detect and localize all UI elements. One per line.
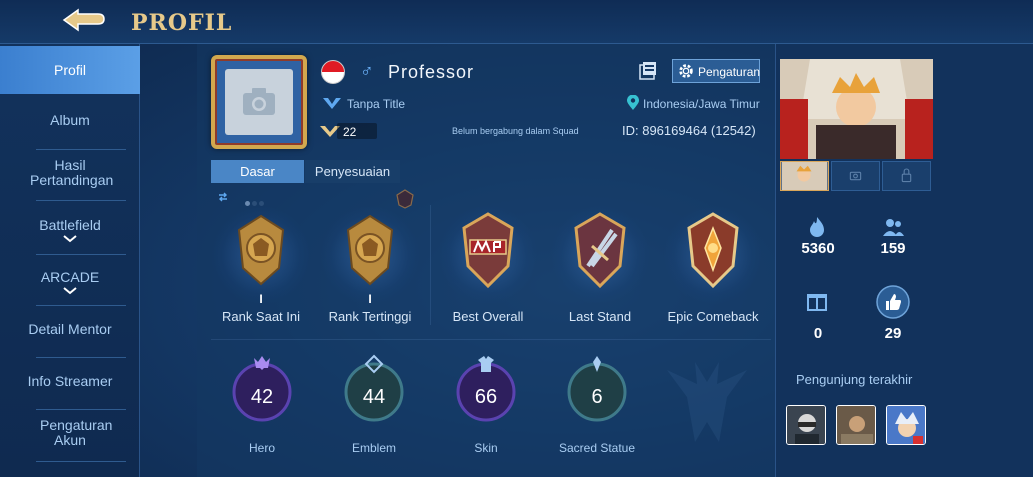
sidebar-item-label: ARCADE: [40, 269, 100, 285]
visitor-avatar[interactable]: [786, 405, 826, 445]
phoenix-silhouette-icon: [667, 362, 747, 442]
sidebar-divider: [36, 200, 126, 201]
visitor-avatar-image: [887, 406, 925, 444]
hero-icon: [254, 356, 270, 368]
sidebar-item-label: Profil: [54, 62, 86, 78]
rank-highest-label: Rank Tertinggi: [328, 309, 412, 324]
last-stand-badge-icon[interactable]: [568, 210, 632, 290]
sidebar: [0, 44, 140, 477]
gift-icon[interactable]: [805, 289, 829, 311]
back-arrow-icon[interactable]: [58, 6, 110, 38]
best-overall-badge-icon[interactable]: [456, 210, 520, 290]
profile-card-icon[interactable]: [638, 61, 658, 81]
indonesia-flag-icon: [321, 60, 345, 84]
lock-icon: [901, 168, 912, 183]
last-stand-label: Last Stand: [568, 309, 632, 324]
followers-count: 159: [880, 240, 906, 257]
sidebar-divider: [36, 357, 126, 358]
avatar[interactable]: [211, 55, 307, 149]
sidebar-divider: [36, 409, 126, 410]
divider: [211, 339, 771, 340]
visitor-avatar-image: [787, 406, 825, 444]
portrait-thumb-2[interactable]: [831, 161, 880, 191]
sidebar-divider: [36, 305, 126, 306]
sacred-statue-label: Sacred Statue: [558, 441, 636, 455]
rank-current-badge-icon[interactable]: [231, 210, 291, 290]
portrait-thumb-3[interactable]: [882, 161, 931, 191]
tab-penyesuaian[interactable]: Penyesuaian: [305, 160, 400, 183]
visitor-avatar-image: [837, 406, 875, 444]
chevron-down-icon: [63, 235, 77, 243]
like-button-icon[interactable]: [875, 284, 911, 320]
rank-emblem-icon: [396, 189, 414, 209]
sidebar-item-label: Pengaturan Akun: [40, 417, 113, 448]
chevron-down-icon: [63, 287, 77, 295]
skin-label: Skin: [474, 441, 498, 455]
player-name: Professor: [388, 62, 475, 82]
portrait-thumb-image: [781, 162, 828, 190]
sidebar-item-profil[interactable]: Profil: [0, 46, 140, 94]
emblem-label: Emblem: [351, 441, 396, 455]
rank-current-tier: I: [259, 292, 263, 306]
tab-dasar[interactable]: Dasar: [211, 160, 304, 183]
settings-button-label: Pengaturan: [698, 65, 761, 79]
male-gender-icon: ♂: [360, 61, 374, 81]
sidebar-item-label: Info Streamer: [27, 373, 113, 389]
portrait-thumb-1[interactable]: [780, 161, 829, 191]
page-title: PROFIL: [131, 10, 233, 36]
camera-icon: [849, 171, 862, 181]
sidebar-item-album[interactable]: Album: [0, 113, 140, 128]
sidebar-divider: [36, 461, 126, 462]
best-overall-label: Best Overall: [452, 309, 524, 324]
swap-icon[interactable]: [217, 191, 229, 203]
gear-icon: [679, 64, 693, 78]
squad-status: Belum bergabung dalam Squad: [452, 126, 579, 136]
player-title: Tanpa Title: [347, 97, 406, 111]
gifts-count: 0: [813, 325, 823, 342]
sacred-statue-icon: [593, 356, 601, 372]
title-wings-icon: [323, 98, 341, 109]
recent-visitors-label: Pengunjung terakhir: [796, 372, 913, 387]
rank-highest-badge-icon[interactable]: [340, 210, 400, 290]
skin-count: 66: [474, 386, 498, 408]
sidebar-item-detail-mentor[interactable]: Detail Mentor: [0, 322, 140, 337]
location-pin-icon: [627, 95, 639, 110]
avatar-placeholder: [225, 69, 293, 135]
sidebar-item-label: Battlefield: [39, 217, 101, 233]
skin-icon: [478, 356, 494, 372]
sidebar-item-battlefield[interactable]: Battlefield: [0, 218, 140, 243]
sidebar-item-pengaturan-akun[interactable]: Pengaturan Akun: [0, 418, 140, 448]
divider: [430, 205, 431, 325]
player-location: Indonesia/Jawa Timur: [643, 97, 760, 111]
popularity-count: 5360: [801, 240, 835, 257]
sidebar-item-arcade[interactable]: ARCADE: [0, 270, 140, 295]
sidebar-divider: [36, 254, 126, 255]
emblem-count: 44: [362, 386, 386, 408]
player-id: ID: 896169464 (12542): [622, 123, 756, 138]
sidebar-item-label: Hasil Pertandingan: [30, 157, 114, 188]
followers-icon: [883, 219, 904, 236]
epic-comeback-label: Epic Comeback: [667, 309, 759, 324]
epic-comeback-badge-icon[interactable]: [681, 210, 745, 290]
rank-current-label: Rank Saat Ini: [221, 309, 301, 324]
sidebar-item-info-streamer[interactable]: Info Streamer: [0, 374, 140, 389]
sacred-statue-count: 6: [591, 386, 603, 408]
player-level: 22: [343, 125, 357, 139]
flame-icon: [810, 217, 824, 237]
emblem-icon: [364, 354, 384, 374]
settings-button[interactable]: Pengaturan: [672, 59, 760, 83]
likes-count: 29: [884, 325, 902, 342]
visitor-avatar[interactable]: [886, 405, 926, 445]
sidebar-item-label: Detail Mentor: [28, 321, 112, 337]
profile-portrait[interactable]: [780, 59, 933, 159]
sidebar-item-hasil-pertandingan[interactable]: Hasil Pertandingan: [0, 158, 140, 188]
hero-label: Hero: [248, 441, 275, 455]
rank-highest-tier: I: [368, 292, 372, 306]
sidebar-divider: [36, 149, 126, 150]
camera-icon: [243, 88, 275, 115]
portrait-image: [780, 59, 933, 159]
sidebar-item-label: Album: [50, 112, 90, 128]
hero-count: 42: [250, 386, 274, 408]
visitor-avatar[interactable]: [836, 405, 876, 445]
